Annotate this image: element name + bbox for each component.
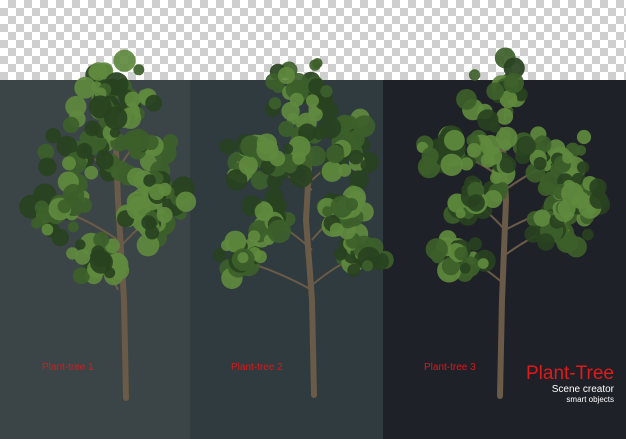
tree-label-2: Plant-tree 2: [231, 362, 283, 373]
tree-illustration-2: [212, 58, 394, 398]
brand-title: Plant-Tree: [526, 363, 614, 384]
tree-illustration-3: [416, 47, 611, 399]
render-canvas: Plant-tree 1 Plant-tree 2 Plant-tree 3 P…: [0, 0, 626, 439]
tree-label-1: Plant-tree 1: [42, 362, 94, 373]
brand-tagline: smart objects: [566, 395, 614, 404]
tree-illustration-1: [19, 49, 197, 401]
brand-subtitle: Scene creator: [551, 384, 614, 395]
tree-label-3: Plant-tree 3: [424, 362, 476, 373]
